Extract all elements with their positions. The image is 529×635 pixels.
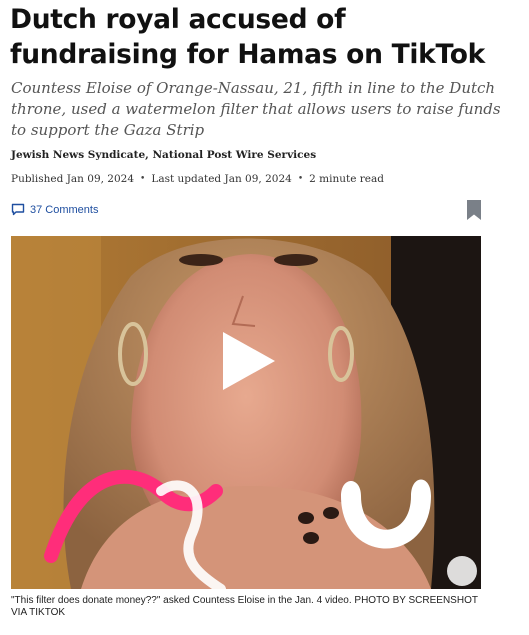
article-headline: Dutch royal accused of fundraising for H… (10, 4, 485, 70)
photo-caption: "This filter does donate money??" asked … (11, 595, 478, 618)
published-date: Published Jan 09, 2024 (11, 173, 135, 185)
updated-date: Last updated Jan 09, 2024 (151, 173, 292, 185)
comments-count-label: 37 Comments (30, 203, 99, 216)
bookmark-icon[interactable] (466, 200, 482, 220)
article-meta: Published Jan 09, 2024 • Last updated Ja… (11, 173, 384, 185)
play-icon[interactable] (219, 330, 279, 392)
video-thumbnail (11, 236, 481, 589)
comments-link[interactable]: 37 Comments (11, 203, 98, 216)
video-player[interactable] (11, 236, 481, 589)
article-subheadline: Countess Eloise of Orange-Nassau, 21, fi… (11, 79, 501, 139)
video-control-button[interactable] (447, 556, 477, 586)
byline[interactable]: Jewish News Syndicate, National Post Wir… (11, 149, 316, 161)
comment-icon (11, 203, 25, 216)
meta-separator: • (140, 174, 146, 184)
meta-separator: • (297, 174, 304, 184)
read-time: 2 minute read (309, 173, 384, 185)
